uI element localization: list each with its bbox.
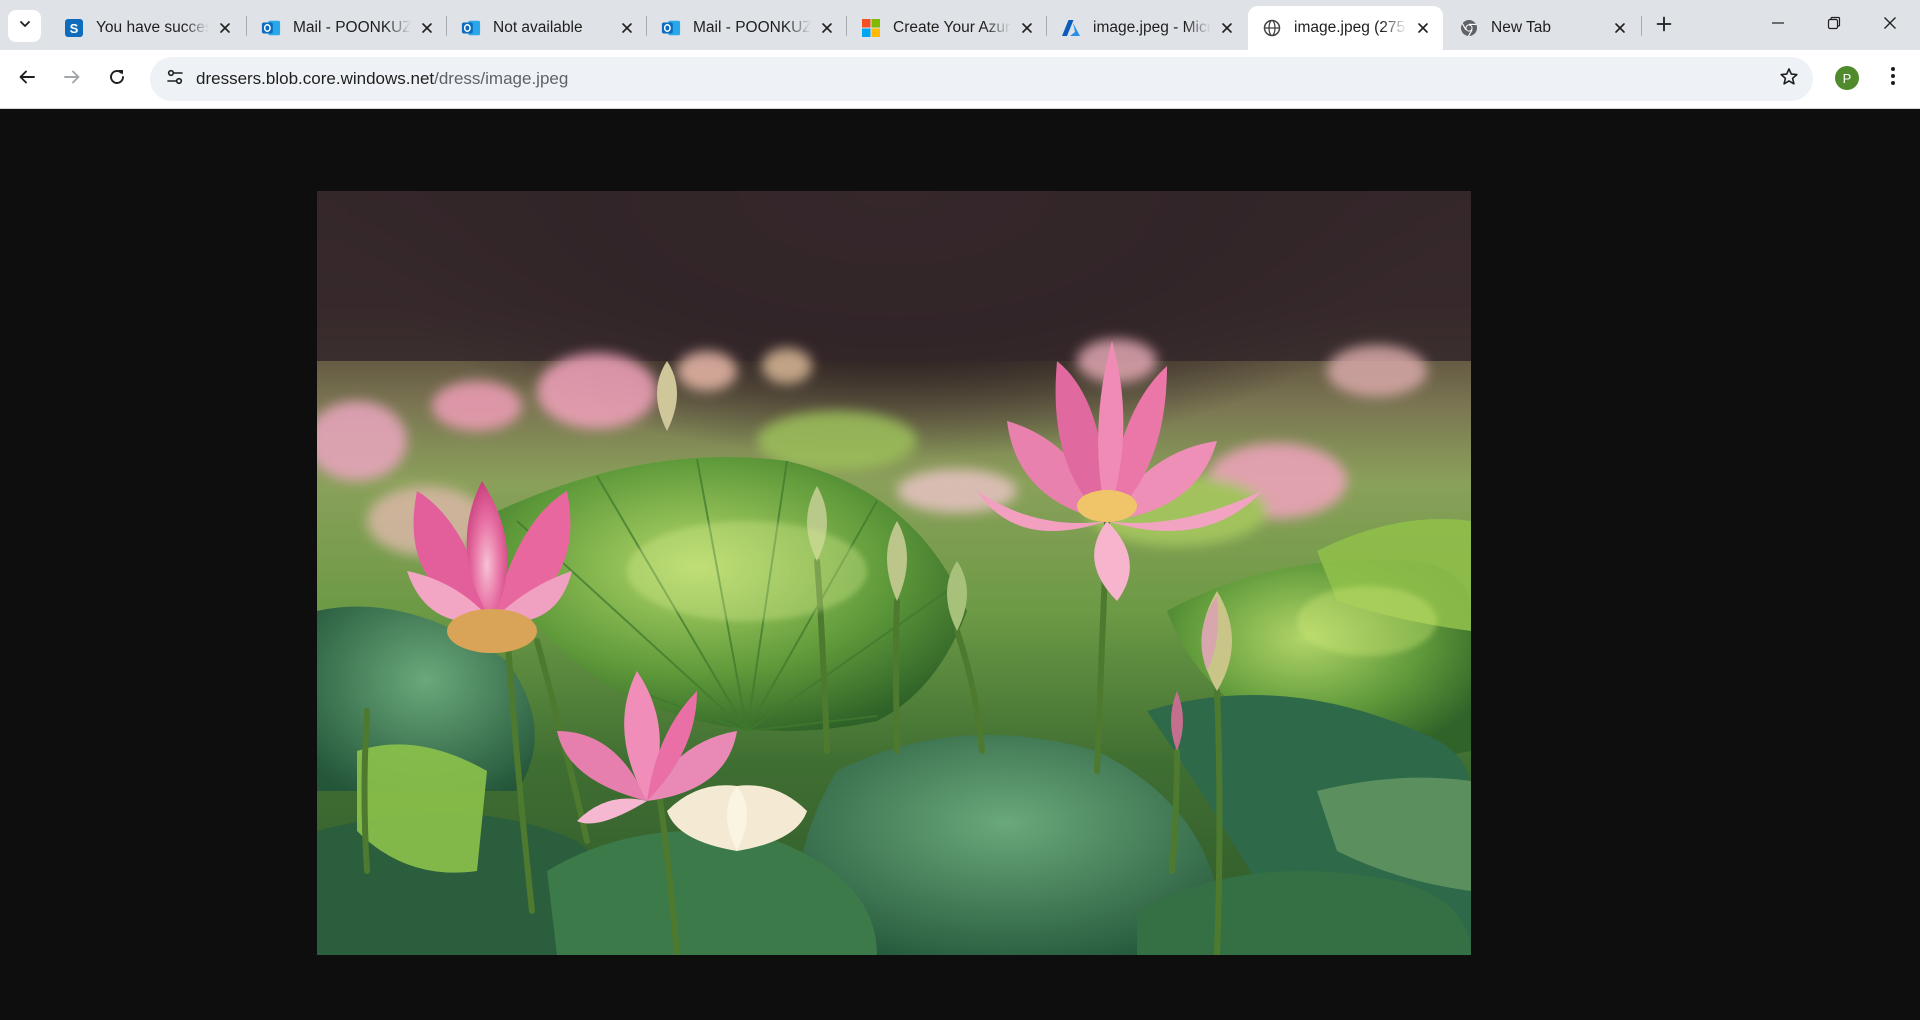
close-icon: [1883, 16, 1897, 35]
tab-new-tab[interactable]: New Tab: [1445, 6, 1640, 50]
plus-icon: [1656, 16, 1672, 37]
tab-title: Not available: [493, 19, 583, 36]
chevron-down-icon: [18, 17, 32, 36]
tab-strip: S You have successfully Mail - POONKUZHA…: [0, 0, 1920, 50]
tab-separator: [1641, 16, 1642, 36]
tune-icon: [166, 68, 184, 91]
outlook-icon: [661, 18, 681, 38]
minimize-icon: [1771, 16, 1785, 35]
microsoft-icon: [861, 18, 881, 38]
tab-search-button[interactable]: [8, 10, 41, 42]
minimize-button[interactable]: [1750, 0, 1806, 50]
arrow-right-icon: [63, 68, 81, 91]
close-tab-icon[interactable]: [1017, 18, 1037, 38]
close-tab-icon[interactable]: [417, 18, 437, 38]
browser-toolbar: dressers.blob.core.windows.net/dress/ima…: [0, 50, 1920, 109]
forward-button[interactable]: [55, 62, 89, 96]
bookmark-button[interactable]: [1777, 67, 1801, 91]
close-tab-icon[interactable]: [617, 18, 637, 38]
globe-icon: [1262, 18, 1282, 38]
restore-icon: [1827, 16, 1841, 35]
close-window-button[interactable]: [1862, 0, 1918, 50]
reload-icon: [108, 68, 126, 91]
reload-button[interactable]: [100, 62, 134, 96]
image-viewer: [0, 109, 1920, 1020]
chrome-icon: [1459, 18, 1479, 38]
tab-title: image.jpeg (275: [1294, 19, 1406, 36]
back-button[interactable]: [10, 62, 44, 96]
profile-avatar[interactable]: P: [1835, 66, 1859, 90]
outlook-icon: [261, 18, 281, 38]
close-tab-icon[interactable]: [1610, 18, 1630, 38]
url-path: /dress/image.jpeg: [434, 69, 569, 88]
more-vertical-icon: [1890, 66, 1896, 91]
tab-mail-2[interactable]: Mail - POONKUZHALI: [647, 6, 847, 50]
close-tab-icon[interactable]: [1217, 18, 1237, 38]
restore-button[interactable]: [1806, 0, 1862, 50]
tab-title: image.jpeg - Microsoft: [1093, 19, 1211, 36]
tab-mail-1[interactable]: Mail - POONKUZHALI: [247, 6, 447, 50]
site-info-button[interactable]: [159, 63, 191, 95]
tab-title: Create Your Azure: [893, 19, 1011, 36]
tab-not-available[interactable]: Not available: [447, 6, 647, 50]
url-text[interactable]: dressers.blob.core.windows.net/dress/ima…: [196, 69, 568, 89]
new-tab-button[interactable]: [1650, 12, 1678, 40]
azure-icon: [1061, 18, 1081, 38]
sharepoint-icon: S: [64, 18, 84, 38]
tab-title: Mail - POONKUZHALI: [693, 19, 811, 36]
tab-title: New Tab: [1491, 19, 1552, 36]
outlook-icon: [461, 18, 481, 38]
address-bar[interactable]: dressers.blob.core.windows.net/dress/ima…: [150, 57, 1813, 101]
close-tab-icon[interactable]: [817, 18, 837, 38]
tab-image-active[interactable]: image.jpeg (275: [1248, 6, 1443, 50]
tab-azure-image[interactable]: image.jpeg - Microsoft: [1047, 6, 1247, 50]
tab-title: Mail - POONKUZHALI: [293, 19, 411, 36]
svg-text:S: S: [70, 21, 79, 36]
tab-create-azure[interactable]: Create Your Azure: [847, 6, 1047, 50]
tab-sharepoint[interactable]: S You have successfully: [50, 6, 245, 50]
close-tab-icon[interactable]: [1413, 18, 1433, 38]
star-icon: [1779, 67, 1799, 92]
lotus-illustration: [317, 191, 1471, 955]
lotus-photo[interactable]: [317, 191, 1471, 955]
browser-menu-button[interactable]: [1880, 62, 1906, 94]
arrow-left-icon: [18, 68, 36, 91]
url-host: dressers.blob.core.windows.net: [196, 69, 435, 88]
tab-title: You have successfully: [96, 19, 209, 36]
close-tab-icon[interactable]: [215, 18, 235, 38]
